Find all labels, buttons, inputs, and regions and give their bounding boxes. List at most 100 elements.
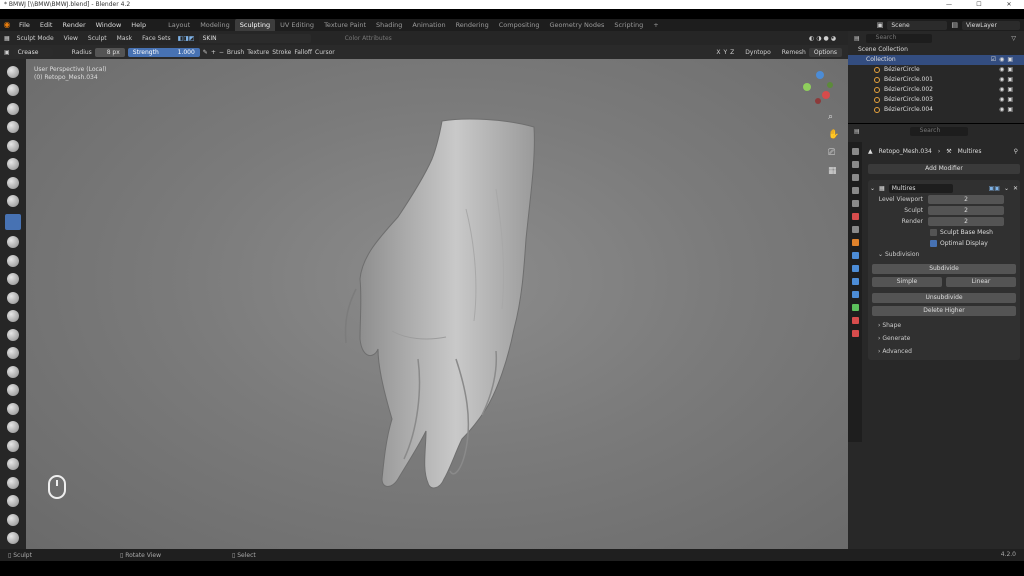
tool-tab-icon[interactable] [851,148,859,155]
remesh-dropdown[interactable]: Remesh [782,49,806,56]
pose-brush-icon[interactable] [7,421,19,433]
pan-hand-icon[interactable]: ✋ [828,130,839,140]
strength-field[interactable]: Strength 1.000 [127,47,200,57]
advanced-subpanel[interactable]: › Advanced [870,345,1018,358]
options-dropdown[interactable]: Options [808,47,842,57]
visibility-icons[interactable]: ◉▣ [999,85,1016,95]
menu-falloff[interactable]: Falloff [294,49,312,56]
gizmo-z-icon[interactable] [816,71,824,79]
linear-button[interactable]: Linear [946,277,1016,287]
clay-strips-brush-icon[interactable] [7,121,19,133]
editor-type-icon[interactable]: ▦ [4,35,10,42]
scrape-brush-icon[interactable] [7,291,19,304]
view-layer-tab-icon[interactable] [851,187,859,194]
modifier-tab-icon[interactable] [851,252,859,259]
draw-brush-icon[interactable] [7,65,19,78]
clay-thumb-brush-icon[interactable] [7,139,19,152]
add-workspace-icon[interactable]: + [648,19,663,31]
tab-rendering[interactable]: Rendering [451,19,494,31]
clay-brush-icon[interactable] [7,102,19,115]
axis-z[interactable]: Z [730,49,734,56]
flatten-brush-icon[interactable] [7,254,19,267]
menu-file[interactable]: File [14,19,35,31]
menu-stroke[interactable]: Stroke [272,49,291,56]
output-tab-icon[interactable] [851,174,859,181]
cloth-brush-icon[interactable] [7,513,19,526]
crease-brush-icon[interactable] [5,213,21,230]
texture-tab-icon[interactable] [851,330,859,337]
tab-shading[interactable]: Shading [371,19,407,31]
sculpt-level-field[interactable]: 2 [928,206,1004,215]
world-tab-icon[interactable] [851,213,859,220]
brush-name[interactable]: Crease [12,47,53,57]
3d-viewport[interactable] [26,59,848,549]
render-level-field[interactable]: 2 [928,217,1004,226]
tab-texture-paint[interactable]: Texture Paint [319,19,371,31]
modifier-menu-icon[interactable]: ⌄ [1004,185,1009,192]
pin-icon[interactable]: ⚲ [1014,148,1018,155]
brush-icon[interactable]: ▣ [4,49,10,56]
tab-uv-editing[interactable]: UV Editing [275,19,319,31]
menu-mask[interactable]: Mask [114,35,135,42]
scene-field[interactable]: Scene [887,20,948,30]
menu-window[interactable]: Window [91,19,127,31]
outliner-item[interactable]: BézierCircle.002 ◉▣ [848,85,1024,95]
mode-dropdown[interactable]: Sculpt Mode [14,35,57,42]
outliner-search[interactable]: Search [865,33,932,43]
layer-brush-icon[interactable] [7,158,19,170]
constraints-tab-icon[interactable] [851,291,859,298]
scene-tab-icon[interactable] [851,200,859,207]
collection-tab-icon[interactable] [851,226,859,233]
gizmo-neg-x-icon[interactable] [815,98,821,104]
smooth-brush-icon[interactable] [7,236,19,248]
menu-edit[interactable]: Edit [35,19,58,31]
outliner-item[interactable]: BézierCircle.003 ◉▣ [848,95,1024,105]
slide-relax-brush-icon[interactable] [7,476,19,489]
inflate-brush-icon[interactable] [7,176,19,189]
maximize-icon[interactable]: ☐ [964,0,994,9]
tab-scripting[interactable]: Scripting [609,19,648,31]
visibility-icons[interactable]: ◉▣ [999,65,1016,75]
visibility-icons[interactable]: ◉▣ [999,105,1016,115]
shape-subpanel[interactable]: › Shape [870,319,1018,332]
viewlayer-icon[interactable]: ▤ [947,19,962,31]
blob-brush-icon[interactable] [7,195,19,207]
subdivide-button[interactable]: Subdivide [872,264,1016,274]
fill-brush-icon[interactable] [7,273,19,285]
radius-value[interactable]: 8 px [94,47,125,57]
skin-field[interactable]: SKIN [198,33,311,43]
rotate-brush-icon[interactable] [7,458,19,470]
thumb-brush-icon[interactable] [7,402,19,415]
menu-texture[interactable]: Texture [247,49,269,56]
tab-compositing[interactable]: Compositing [494,19,545,31]
render-tab-icon[interactable] [851,161,859,168]
generate-subpanel[interactable]: › Generate [870,332,1018,345]
outliner-item[interactable]: BézierCircle.001 ◉▣ [848,75,1024,85]
navigation-gizmo[interactable] [798,67,838,107]
shading-icons[interactable]: ◐◑●◕ [809,35,838,42]
tab-animation[interactable]: Animation [407,19,450,31]
collapse-chevron-icon[interactable]: ⌄ [870,185,875,192]
menu-cursor[interactable]: Cursor [315,49,335,56]
optimal-display-checkbox[interactable]: Optimal Display [870,238,1018,249]
visibility-icons[interactable]: ☑◉▣ [991,55,1016,65]
menu-brush[interactable]: Brush [227,49,244,56]
snake-hook-brush-icon[interactable] [7,384,19,396]
scene-icon[interactable]: ▣ [873,19,888,31]
particles-tab-icon[interactable] [851,265,859,272]
tab-sculpting[interactable]: Sculpting [234,19,276,31]
filter-icon[interactable]: ▽ [1011,35,1016,42]
gizmo-neg-y-icon[interactable] [827,82,833,88]
collection-row[interactable]: Collection ☑◉▣ [848,55,1024,65]
tab-layout[interactable]: Layout [163,19,195,31]
grid-icon[interactable]: ▦ [828,166,839,176]
simple-button[interactable]: Simple [872,277,942,287]
pinch-brush-icon[interactable] [7,328,19,341]
tab-modeling[interactable]: Modeling [195,19,235,31]
physics-tab-icon[interactable] [851,278,859,285]
subdivision-subpanel[interactable]: ⌄ Subdivision [870,249,1018,261]
minimize-icon[interactable]: — [934,0,964,9]
menu-help[interactable]: Help [126,19,151,31]
gizmo-x-icon[interactable] [822,91,830,99]
nudge-brush-icon[interactable] [7,439,19,452]
